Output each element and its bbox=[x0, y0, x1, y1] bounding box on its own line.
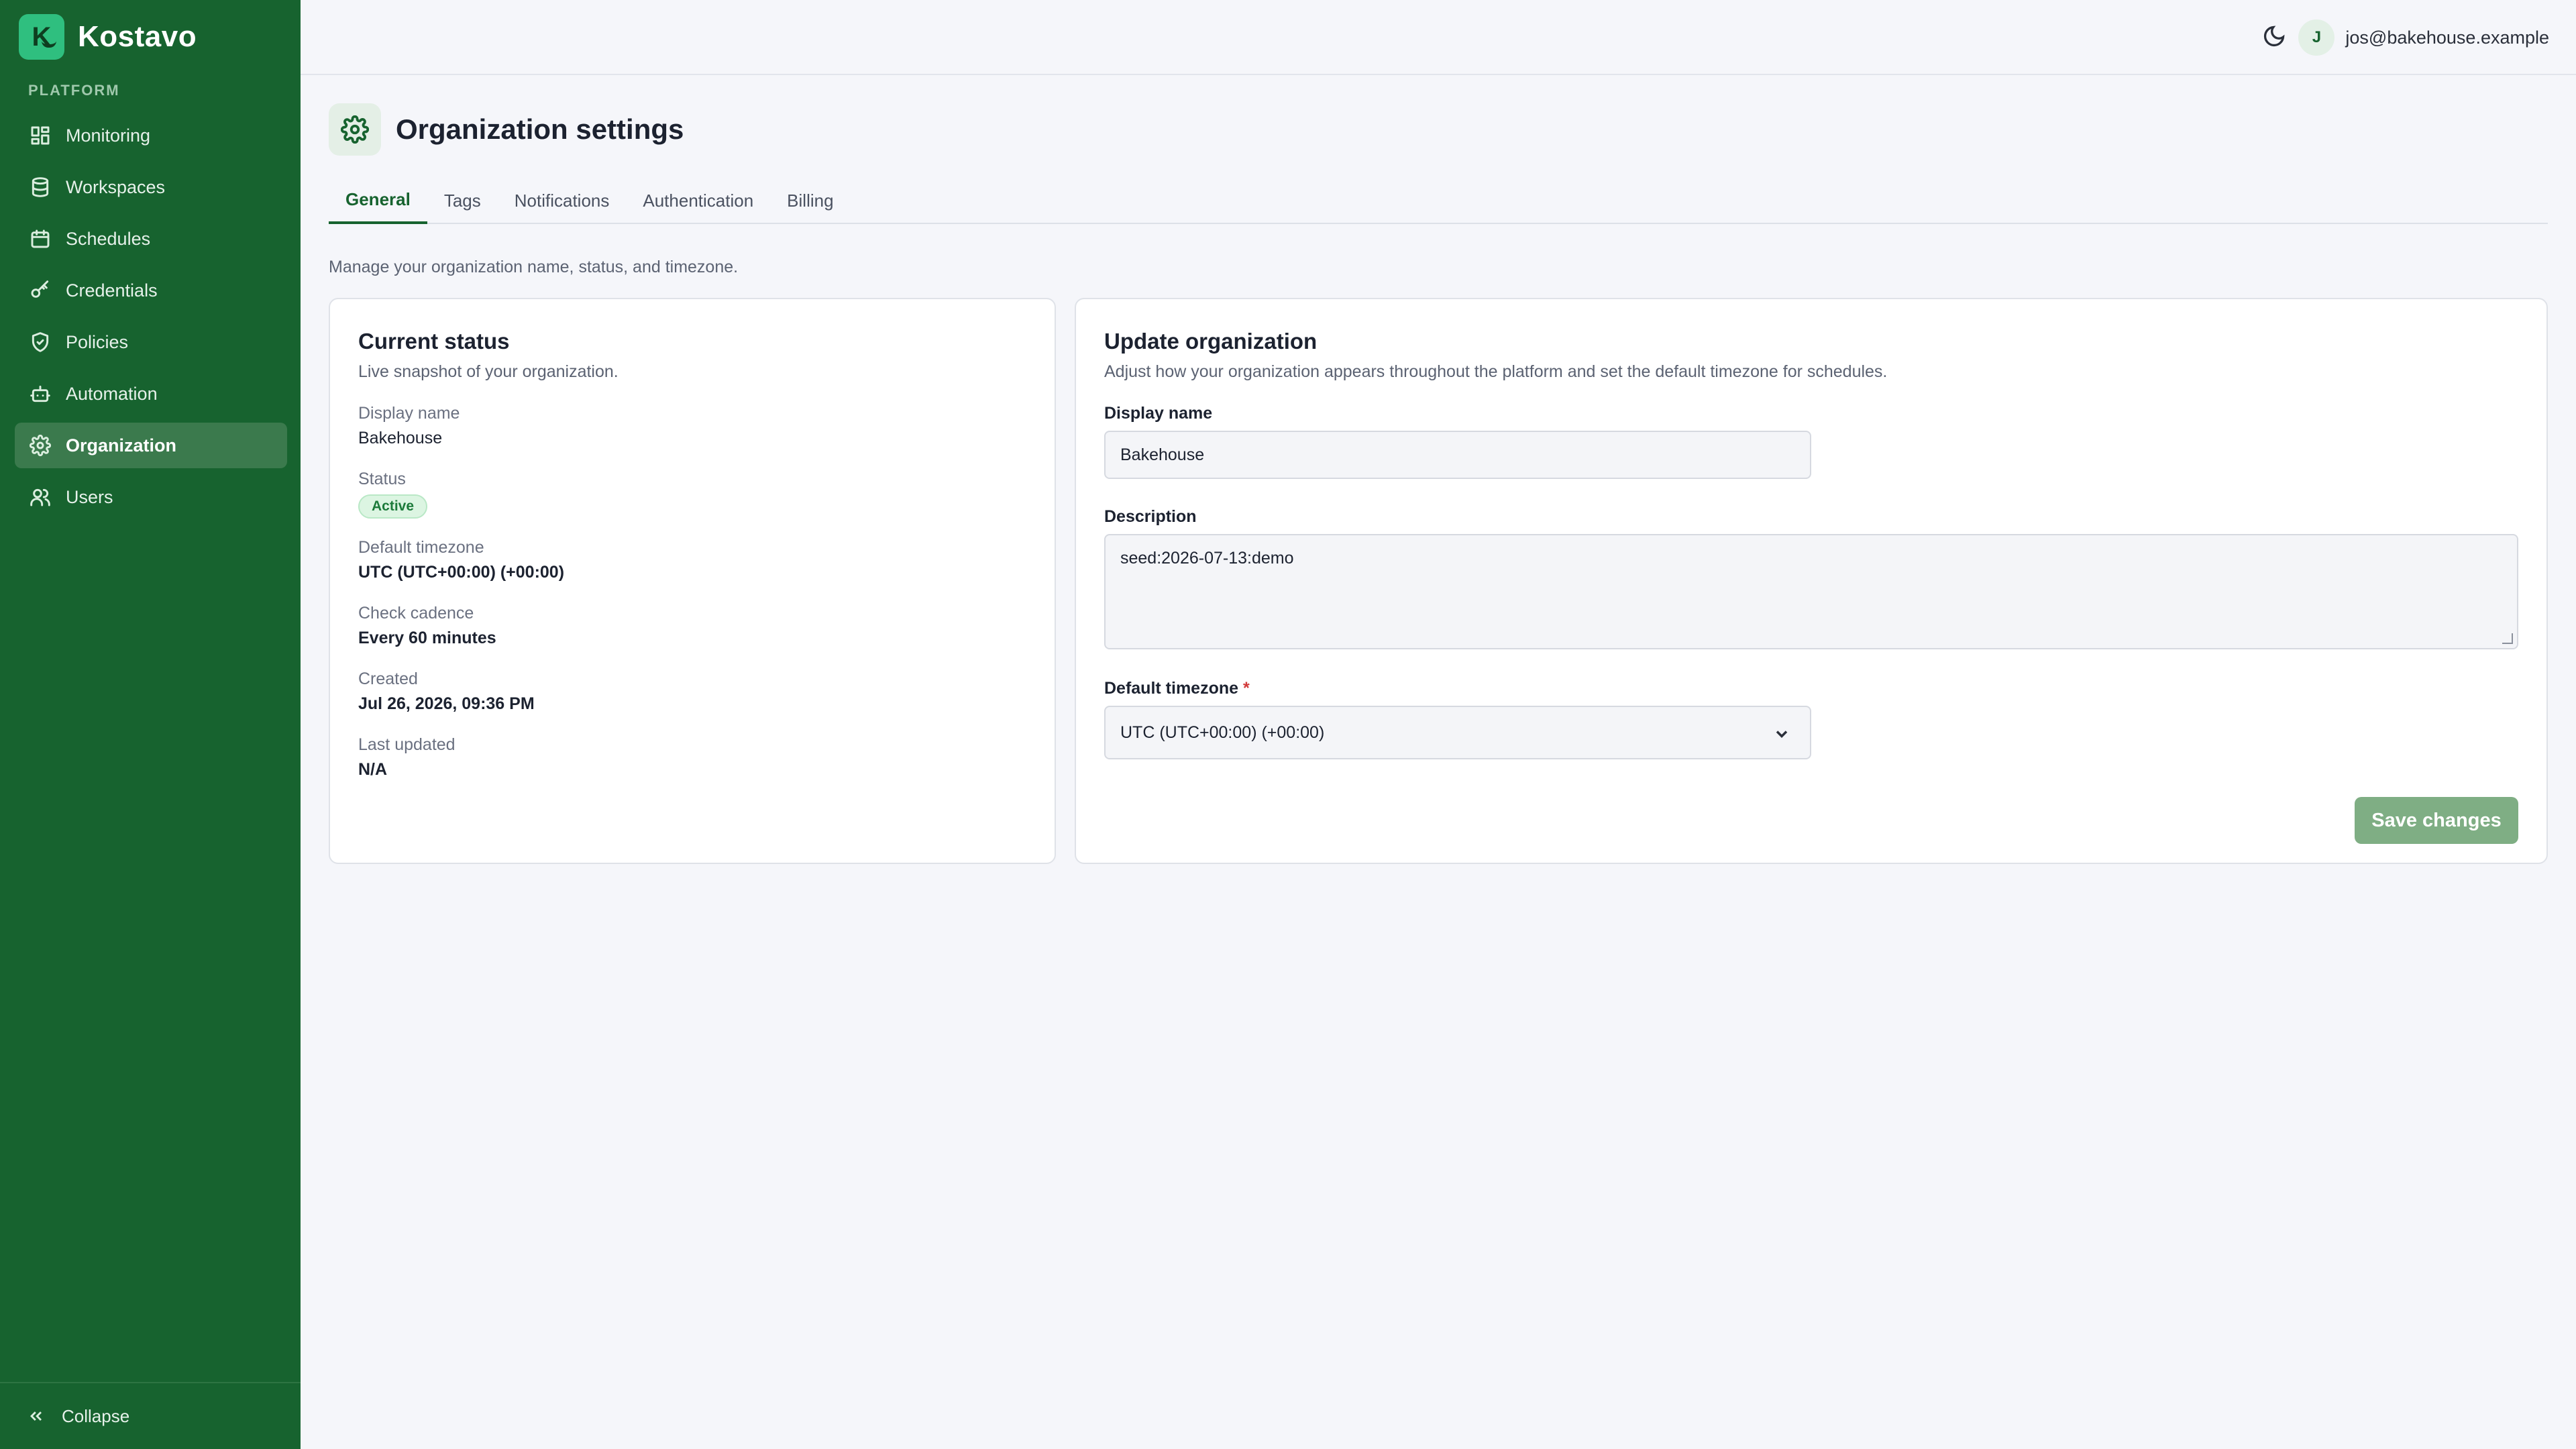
tab-notifications[interactable]: Notifications bbox=[498, 177, 627, 224]
sidebar-item-automation[interactable]: Automation bbox=[15, 371, 287, 417]
timezone-select[interactable]: UTC (UTC+00:00) (+00:00) bbox=[1104, 706, 1811, 759]
page-title: Organization settings bbox=[396, 113, 684, 145]
field-value: N/A bbox=[358, 760, 388, 779]
moon-icon bbox=[2263, 25, 2285, 47]
dashboard-icon bbox=[30, 125, 51, 146]
nav-section-label: PLATFORM bbox=[28, 82, 120, 99]
field-label: Created bbox=[358, 669, 418, 688]
card-description: Adjust how your organization appears thr… bbox=[1104, 362, 1888, 381]
display-name-label: Display name bbox=[1104, 404, 1213, 423]
sidebar-item-label: Schedules bbox=[66, 228, 151, 249]
update-organization-card: Update organization Adjust how your orga… bbox=[1075, 298, 2548, 864]
calendar-icon bbox=[30, 228, 51, 250]
timezone-label: Default timezone * bbox=[1104, 679, 1250, 698]
chevron-down-icon bbox=[1776, 731, 1788, 738]
field-value: UTC (UTC+00:00) (+00:00) bbox=[358, 563, 565, 582]
status-timezone: Default timezone UTC (UTC+00:00) (+00:00… bbox=[358, 538, 564, 582]
sidebar-item-label: Users bbox=[66, 486, 113, 507]
field-label: Display name bbox=[358, 404, 460, 423]
status-created: Created Jul 26, 2026, 09:36 PM bbox=[358, 669, 535, 714]
key-icon bbox=[30, 280, 51, 301]
resize-handle-icon[interactable] bbox=[2502, 633, 2513, 644]
database-icon bbox=[30, 176, 51, 198]
sidebar-item-organization[interactable]: Organization bbox=[15, 423, 287, 468]
sidebar-item-monitoring[interactable]: Monitoring bbox=[15, 113, 287, 158]
description-text: seed:2026-07-13:demo bbox=[1120, 549, 1294, 568]
timezone-selected-value: UTC (UTC+00:00) (+00:00) bbox=[1120, 722, 1325, 742]
description-textarea[interactable]: seed:2026-07-13:demo bbox=[1104, 534, 2518, 649]
sidebar-item-policies[interactable]: Policies bbox=[15, 319, 287, 365]
field-label: Check cadence bbox=[358, 604, 474, 623]
sidebar-item-label: Organization bbox=[66, 435, 177, 455]
robot-icon bbox=[30, 383, 51, 405]
avatar: J bbox=[2298, 19, 2335, 56]
timezone-label-text: Default timezone bbox=[1104, 679, 1239, 698]
status-last-updated: Last updated N/A bbox=[358, 735, 455, 780]
description-label: Description bbox=[1104, 507, 1197, 526]
collapse-label: Collapse bbox=[62, 1405, 130, 1426]
top-bar: J jos@bakehouse.example bbox=[301, 0, 2576, 75]
sidebar-item-label: Credentials bbox=[66, 280, 158, 301]
sidebar-item-label: Workspaces bbox=[66, 176, 166, 197]
sidebar-item-users[interactable]: Users bbox=[15, 474, 287, 520]
chevrons-left-icon bbox=[30, 1411, 42, 1421]
sidebar-item-label: Policies bbox=[66, 331, 129, 352]
tab-tags[interactable]: Tags bbox=[427, 177, 498, 224]
brand-name: Kostavo bbox=[78, 20, 197, 53]
tab-authentication[interactable]: Authentication bbox=[626, 177, 770, 224]
sidebar-item-label: Monitoring bbox=[66, 125, 151, 146]
required-marker: * bbox=[1242, 679, 1250, 698]
brand-logo-icon: K bbox=[19, 14, 64, 60]
sidebar-item-label: Automation bbox=[66, 383, 158, 404]
gear-icon bbox=[30, 435, 51, 456]
status-display-name: Display name Bakehouse bbox=[358, 404, 460, 448]
brand[interactable]: K Kostavo bbox=[19, 14, 197, 60]
field-label: Last updated bbox=[358, 735, 455, 754]
field-label: Status bbox=[358, 470, 406, 488]
tab-general[interactable]: General bbox=[329, 177, 427, 224]
sidebar-item-credentials[interactable]: Credentials bbox=[15, 268, 287, 313]
sidebar-nav: Monitoring Workspaces Schedules Credenti… bbox=[15, 113, 287, 526]
display-name-input[interactable]: Bakehouse bbox=[1104, 431, 1811, 479]
field-value: Jul 26, 2026, 09:36 PM bbox=[358, 694, 535, 713]
shield-icon bbox=[30, 331, 51, 353]
theme-toggle-button[interactable] bbox=[2262, 24, 2289, 51]
sidebar: K Kostavo PLATFORM Monitoring Workspaces bbox=[0, 0, 301, 1449]
card-description: Live snapshot of your organization. bbox=[358, 362, 619, 381]
field-label: Default timezone bbox=[358, 538, 484, 557]
card-title: Update organization bbox=[1104, 329, 1318, 354]
field-value: Bakehouse bbox=[358, 429, 443, 447]
status-cadence: Check cadence Every 60 minutes bbox=[358, 604, 496, 648]
page-subtitle: Manage your organization name, status, a… bbox=[329, 258, 739, 276]
status-badge: Active bbox=[358, 494, 428, 519]
app-root: K Kostavo PLATFORM Monitoring Workspaces bbox=[0, 0, 2576, 1449]
page-header: Organization settings bbox=[329, 103, 684, 156]
sidebar-item-schedules[interactable]: Schedules bbox=[15, 216, 287, 262]
settings-gear-icon bbox=[329, 103, 381, 156]
user-menu[interactable]: J jos@bakehouse.example bbox=[2298, 19, 2549, 56]
tab-billing[interactable]: Billing bbox=[770, 177, 850, 224]
sidebar-item-workspaces[interactable]: Workspaces bbox=[15, 164, 287, 210]
users-icon bbox=[30, 486, 51, 508]
user-email: jos@bakehouse.example bbox=[2345, 27, 2549, 48]
collapse-button[interactable]: Collapse bbox=[0, 1382, 301, 1449]
settings-tabs: General Tags Notifications Authenticatio… bbox=[329, 177, 2548, 224]
status-status: Status Active bbox=[358, 470, 428, 519]
card-title: Current status bbox=[358, 329, 510, 354]
current-status-card: Current status Live snapshot of your org… bbox=[329, 298, 1056, 864]
main-content: Organization settings General Tags Notif… bbox=[301, 75, 2576, 1449]
save-button[interactable]: Save changes bbox=[2355, 797, 2518, 844]
field-value: Every 60 minutes bbox=[358, 629, 496, 647]
